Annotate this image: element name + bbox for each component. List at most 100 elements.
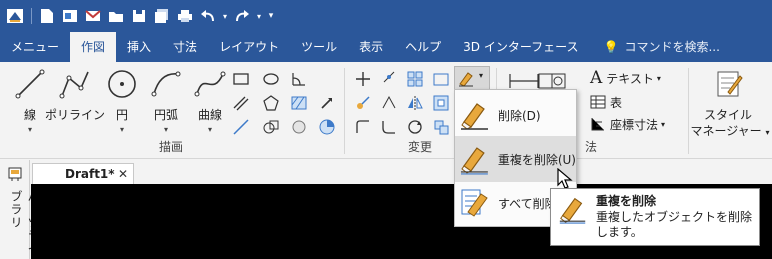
polyline-button[interactable]: ポリライン	[45, 66, 105, 136]
tooltip-delete-duplicates: 重複を削除 重複したオブジェクトを削除します。	[550, 188, 760, 246]
tab-insert[interactable]: 挿入	[116, 32, 162, 62]
fillet-icon[interactable]	[380, 118, 398, 136]
table-icon	[590, 95, 606, 109]
rotate-copy-icon[interactable]	[380, 94, 398, 112]
ribbon-panel: 線 ▾ ポリライン 円 ▾ 円弧 ▾ 曲線 ▾ 描画 ▾ 変更 A テキスト ▾…	[0, 62, 772, 159]
move-icon[interactable]	[354, 70, 372, 88]
tab-menu[interactable]: メニュー	[0, 32, 70, 62]
save-all-icon[interactable]	[151, 5, 173, 27]
style-manager-button[interactable]: スタイル マネージャー ▾	[690, 66, 770, 146]
hatch-icon[interactable]	[290, 94, 308, 112]
pie-region-icon[interactable]	[318, 118, 336, 136]
polyline-label: ポリライン	[45, 108, 106, 122]
boundary-icon[interactable]	[290, 118, 308, 136]
eraser-icon	[461, 103, 488, 130]
redo-icon[interactable]	[231, 5, 253, 27]
tab-3d-interface[interactable]: 3D インターフェース	[452, 32, 589, 62]
chevron-down-icon: ▾	[656, 73, 661, 83]
app-logo-icon[interactable]	[4, 5, 26, 27]
quick-access-toolbar: ▾ ▾ ▾	[0, 0, 772, 32]
curve-icon	[194, 71, 226, 97]
explode-icon[interactable]	[432, 118, 450, 136]
offset-icon[interactable]	[432, 94, 450, 112]
undo-dropdown-icon[interactable]: ▾	[220, 5, 230, 27]
group-separator	[688, 68, 689, 154]
rectangle-icon[interactable]	[232, 70, 250, 88]
menu-item-label: すべて削除	[498, 196, 557, 211]
tooltip-body: 重複したオブジェクトを削除します。	[596, 210, 753, 239]
mirror-icon[interactable]	[406, 94, 424, 112]
new-icon[interactable]	[36, 5, 58, 27]
arc-icon	[151, 71, 181, 97]
text-label: テキスト	[606, 71, 654, 86]
tab-view[interactable]: 表示	[348, 32, 394, 62]
text-icon: A	[590, 68, 603, 88]
arc-label: 円弧	[153, 108, 178, 122]
save-icon[interactable]	[128, 5, 150, 27]
command-search[interactable]: 💡 コマンドを検索...	[590, 32, 731, 62]
style-manager-icon	[717, 71, 743, 97]
chevron-down-icon: ▾	[163, 125, 168, 134]
ribbon-tab-bar: メニュー 作図 挿入 寸法 レイアウト ツール 表示 ヘルプ 3D インターフェ…	[0, 32, 772, 62]
rotate-icon[interactable]	[406, 118, 424, 136]
delete-split-button[interactable]: ▾	[454, 66, 490, 90]
redo-dropdown-icon[interactable]: ▾	[254, 5, 264, 27]
tab-tools[interactable]: ツール	[290, 32, 348, 62]
draw-group-label: 描画	[158, 140, 183, 154]
double-line-icon[interactable]	[232, 94, 250, 112]
menu-item-label: 削除(D)	[498, 108, 541, 123]
style-manager-label-1: スタイル	[703, 108, 752, 122]
command-search-placeholder: コマンドを検索...	[624, 40, 720, 54]
text-button[interactable]: A テキスト ▾	[590, 68, 661, 88]
region-icon[interactable]	[262, 118, 280, 136]
undo-icon[interactable]	[197, 5, 219, 27]
coordinate-dimension-icon	[591, 118, 604, 131]
arc-button[interactable]: 円弧 ▾	[144, 66, 188, 136]
parts-library-panel[interactable]: パーツライブラリ	[0, 160, 40, 259]
chevron-down-icon: ▾	[479, 71, 484, 80]
tab-draw[interactable]: 作図	[70, 32, 117, 62]
line-icon	[15, 69, 45, 99]
array-icon[interactable]	[406, 70, 424, 88]
close-icon[interactable]: ✕	[118, 164, 128, 184]
mouse-cursor-icon	[557, 168, 573, 189]
table-button[interactable]: 表	[590, 92, 622, 112]
copy-icon[interactable]	[380, 70, 398, 88]
menu-item-delete[interactable]: 削除(D)	[455, 92, 576, 138]
pointer-icon[interactable]	[318, 94, 336, 112]
chevron-down-icon: ▾	[207, 125, 212, 134]
folder-icon[interactable]	[105, 5, 127, 27]
line-button[interactable]: 線 ▾	[8, 66, 52, 136]
coordinate-dimension-button[interactable]: 座標寸法 ▾	[590, 114, 665, 134]
tab-dimension[interactable]: 寸法	[162, 32, 208, 62]
circle-button[interactable]: 円 ▾	[100, 66, 144, 136]
datum-icon[interactable]	[538, 72, 566, 90]
eraser-icon	[559, 197, 586, 224]
trim-icon[interactable]	[354, 118, 372, 136]
coordinate-dimension-label: 座標寸法	[610, 117, 659, 132]
curve-button[interactable]: 曲線 ▾	[188, 66, 232, 136]
circle-icon	[108, 70, 136, 98]
tab-layout[interactable]: レイアウト	[208, 32, 290, 62]
group-separator	[344, 68, 345, 154]
construction-line-icon[interactable]	[232, 118, 250, 136]
email-icon[interactable]	[82, 5, 104, 27]
customize-icon[interactable]: ▾	[265, 5, 277, 27]
scale-icon[interactable]	[432, 70, 450, 88]
tooltip-title: 重複を削除	[596, 194, 657, 208]
tab-draft1[interactable]: Draft1* ✕	[32, 163, 134, 184]
line-label: 線	[23, 108, 36, 122]
style-manager-label-2-row: マネージャー ▾	[690, 122, 770, 139]
open-icon[interactable]	[59, 5, 81, 27]
angle-line-icon[interactable]	[290, 70, 308, 88]
curve-label: 曲線	[197, 108, 222, 122]
print-icon[interactable]	[174, 5, 196, 27]
ellipse-icon[interactable]	[262, 70, 280, 88]
eraser-icon	[460, 147, 488, 175]
tab-help[interactable]: ヘルプ	[394, 32, 452, 62]
polygon-icon[interactable]	[262, 94, 280, 112]
style-manager-label-2: マネージャー	[690, 124, 762, 138]
dimension-icon[interactable]	[508, 72, 540, 90]
stretch-icon[interactable]	[354, 94, 372, 112]
pin-icon[interactable]	[7, 166, 23, 182]
